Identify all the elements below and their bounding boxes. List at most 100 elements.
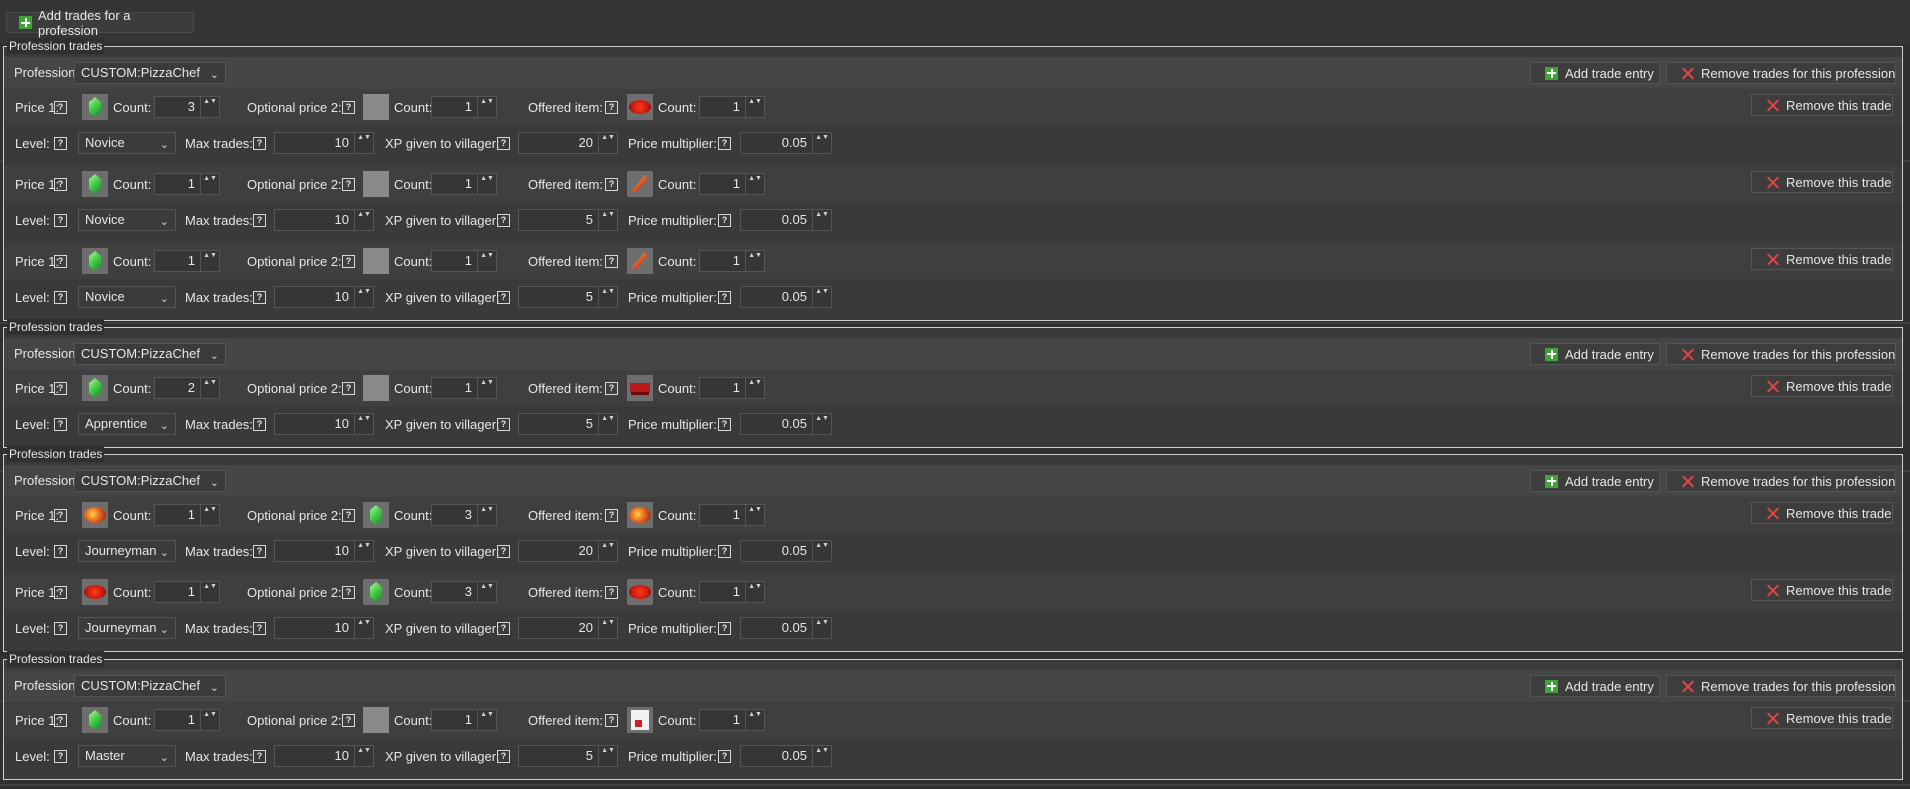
spin-arrows-icon[interactable]: ▲▼: [598, 287, 617, 307]
help-icon[interactable]: ?: [605, 101, 618, 114]
help-icon[interactable]: ?: [605, 586, 618, 599]
price-multiplier[interactable]: 0.05 ▲▼: [740, 286, 832, 308]
profession-select[interactable]: CUSTOM:PizzaChef ⌄: [74, 343, 226, 365]
price2-count[interactable]: 3 ▲▼: [431, 581, 497, 603]
help-icon[interactable]: ?: [718, 622, 731, 635]
price1-slot[interactable]: [82, 579, 108, 605]
spin-arrows-icon[interactable]: ▲▼: [745, 174, 764, 194]
offered-item-slot[interactable]: [627, 707, 653, 733]
price-multiplier[interactable]: 0.05 ▲▼: [740, 617, 832, 639]
spin-arrows-icon[interactable]: ▲▼: [354, 618, 373, 638]
remove-profession-trades-button[interactable]: Remove trades for this profession: [1666, 470, 1896, 492]
price1-slot[interactable]: [82, 707, 108, 733]
spin-arrows-icon[interactable]: ▲▼: [477, 505, 496, 525]
price-multiplier[interactable]: 0.05 ▲▼: [740, 540, 832, 562]
price-multiplier[interactable]: 0.05 ▲▼: [740, 745, 832, 767]
help-icon[interactable]: ?: [497, 214, 510, 227]
help-icon[interactable]: ?: [497, 291, 510, 304]
spin-arrows-icon[interactable]: ▲▼: [200, 710, 219, 730]
profession-select[interactable]: CUSTOM:PizzaChef ⌄: [74, 62, 226, 84]
price-multiplier[interactable]: 0.05 ▲▼: [740, 209, 832, 231]
price2-slot[interactable]: [363, 171, 389, 197]
help-icon[interactable]: ?: [342, 509, 355, 522]
spin-arrows-icon[interactable]: ▲▼: [354, 287, 373, 307]
spin-arrows-icon[interactable]: ▲▼: [477, 97, 496, 117]
price-multiplier[interactable]: 0.05 ▲▼: [740, 132, 832, 154]
level-select[interactable]: Master ⌄: [78, 745, 176, 767]
add-trade-entry-button[interactable]: Add trade entry: [1530, 470, 1660, 492]
spin-arrows-icon[interactable]: ▲▼: [598, 210, 617, 230]
spin-arrows-icon[interactable]: ▲▼: [745, 378, 764, 398]
offered-count[interactable]: 1 ▲▼: [699, 504, 765, 526]
price2-count[interactable]: 1 ▲▼: [431, 709, 497, 731]
spin-arrows-icon[interactable]: ▲▼: [812, 414, 831, 434]
help-icon[interactable]: ?: [54, 255, 67, 268]
remove-trade-button[interactable]: Remove this trade: [1751, 171, 1893, 193]
spin-arrows-icon[interactable]: ▲▼: [200, 251, 219, 271]
add-profession-trades-button[interactable]: Add trades for a profession: [6, 8, 194, 38]
level-select[interactable]: Apprentice ⌄: [78, 413, 176, 435]
help-icon[interactable]: ?: [342, 382, 355, 395]
add-trade-entry-button[interactable]: Add trade entry: [1530, 62, 1660, 84]
help-icon[interactable]: ?: [54, 750, 67, 763]
remove-profession-trades-button[interactable]: Remove trades for this profession: [1666, 343, 1896, 365]
help-icon[interactable]: ?: [497, 622, 510, 635]
profession-select[interactable]: CUSTOM:PizzaChef ⌄: [74, 675, 226, 697]
help-icon[interactable]: ?: [497, 137, 510, 150]
help-icon[interactable]: ?: [253, 750, 266, 763]
spin-arrows-icon[interactable]: ▲▼: [477, 378, 496, 398]
spin-arrows-icon[interactable]: ▲▼: [812, 541, 831, 561]
offered-count[interactable]: 1 ▲▼: [699, 250, 765, 272]
price2-count[interactable]: 1 ▲▼: [431, 250, 497, 272]
spin-arrows-icon[interactable]: ▲▼: [745, 582, 764, 602]
xp-given[interactable]: 5 ▲▼: [518, 745, 618, 767]
help-icon[interactable]: ?: [54, 101, 67, 114]
offered-count[interactable]: 1 ▲▼: [699, 377, 765, 399]
spin-arrows-icon[interactable]: ▲▼: [200, 97, 219, 117]
price2-count[interactable]: 1 ▲▼: [431, 173, 497, 195]
help-icon[interactable]: ?: [718, 291, 731, 304]
max-trades[interactable]: 10 ▲▼: [274, 413, 374, 435]
spin-arrows-icon[interactable]: ▲▼: [477, 582, 496, 602]
spin-arrows-icon[interactable]: ▲▼: [812, 618, 831, 638]
help-icon[interactable]: ?: [718, 418, 731, 431]
xp-given[interactable]: 20 ▲▼: [518, 617, 618, 639]
spin-arrows-icon[interactable]: ▲▼: [354, 133, 373, 153]
price1-count[interactable]: 1 ▲▼: [154, 504, 220, 526]
help-icon[interactable]: ?: [605, 382, 618, 395]
level-select[interactable]: Journeyman ⌄: [78, 540, 176, 562]
help-icon[interactable]: ?: [54, 509, 67, 522]
remove-profession-trades-button[interactable]: Remove trades for this profession: [1666, 675, 1896, 697]
max-trades[interactable]: 10 ▲▼: [274, 745, 374, 767]
help-icon[interactable]: ?: [497, 750, 510, 763]
help-icon[interactable]: ?: [54, 382, 67, 395]
help-icon[interactable]: ?: [605, 714, 618, 727]
help-icon[interactable]: ?: [718, 750, 731, 763]
remove-trade-button[interactable]: Remove this trade: [1751, 502, 1893, 524]
spin-arrows-icon[interactable]: ▲▼: [812, 210, 831, 230]
spin-arrows-icon[interactable]: ▲▼: [598, 133, 617, 153]
spin-arrows-icon[interactable]: ▲▼: [812, 287, 831, 307]
help-icon[interactable]: ?: [342, 714, 355, 727]
price1-count[interactable]: 1 ▲▼: [154, 709, 220, 731]
xp-given[interactable]: 5 ▲▼: [518, 413, 618, 435]
price2-count[interactable]: 1 ▲▼: [431, 96, 497, 118]
remove-trade-button[interactable]: Remove this trade: [1751, 579, 1893, 601]
level-select[interactable]: Novice ⌄: [78, 132, 176, 154]
spin-arrows-icon[interactable]: ▲▼: [745, 97, 764, 117]
help-icon[interactable]: ?: [54, 545, 67, 558]
help-icon[interactable]: ?: [253, 291, 266, 304]
help-icon[interactable]: ?: [54, 137, 67, 150]
spin-arrows-icon[interactable]: ▲▼: [354, 210, 373, 230]
help-icon[interactable]: ?: [253, 214, 266, 227]
price2-slot[interactable]: [363, 94, 389, 120]
offered-item-slot[interactable]: [627, 502, 653, 528]
offered-count[interactable]: 1 ▲▼: [699, 96, 765, 118]
offered-count[interactable]: 1 ▲▼: [699, 173, 765, 195]
help-icon[interactable]: ?: [342, 255, 355, 268]
help-icon[interactable]: ?: [54, 291, 67, 304]
spin-arrows-icon[interactable]: ▲▼: [354, 746, 373, 766]
level-select[interactable]: Novice ⌄: [78, 286, 176, 308]
price2-slot[interactable]: [363, 375, 389, 401]
max-trades[interactable]: 10 ▲▼: [274, 286, 374, 308]
